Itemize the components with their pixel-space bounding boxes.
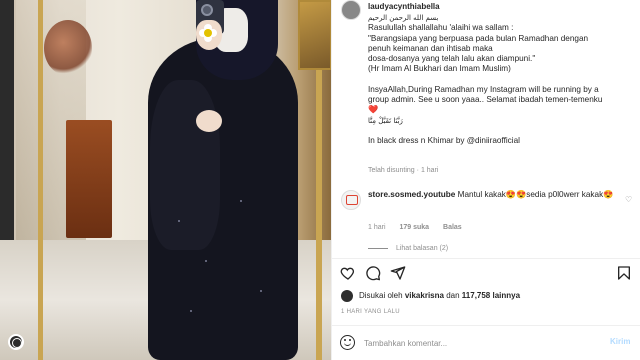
instagram-icon [8,334,24,350]
author-avatar[interactable] [341,0,361,20]
caption-line: رَبَّنَا تَقَبَّلْ مِنَّا [368,116,403,125]
comment-reply-button[interactable]: Balas [443,224,462,231]
caption-line: In black dress n Khimar by @diniiraoffic… [368,135,520,145]
divider [332,258,640,259]
photo-hand-lower [196,110,222,132]
post-caption: بسم الله الرحمن الرحيم Rasulullah shalla… [368,13,634,146]
caption-meta: Telah disunting · 1 hari [368,167,439,174]
comment-icon[interactable] [365,265,381,281]
photo-sequin [240,200,242,202]
photo-sequin [190,310,192,312]
likes-prefix: Disukai oleh [359,291,403,300]
photo-sequin [178,220,180,222]
caption-line: group admin. See u soon yaaa.. Selamat i… [368,95,603,105]
caption-gap [368,126,634,136]
heart-icon[interactable] [340,265,356,281]
caption-line: بسم الله الرحمن الرحيم [368,14,439,22]
likes-suffix[interactable]: lainnya [493,291,521,300]
post-actions [332,262,640,284]
comment-meta: 1 hari 179 suka Balas [368,224,474,231]
likes-count[interactable]: 117,758 [462,291,490,300]
post-date[interactable]: 1 HARI YANG LALU [341,309,400,315]
caption-line: Rasulullah shallallahu 'alaihi wa sallam… [368,23,514,33]
liker-username[interactable]: vikakrisna [405,291,444,300]
comment-input[interactable] [364,334,594,352]
post-photo[interactable] [0,0,331,360]
caption-line: InsyaAllah,During Ramadhan my Instagram … [368,84,599,94]
replies-line [368,247,388,249]
likes-summary[interactable]: Disukai oleh vikakrisna dan 117,758 lain… [359,291,520,300]
edited-label: Telah disunting [368,167,415,174]
bookmark-icon[interactable] [616,265,632,281]
comment-text: Mantul kakak😍😍sedia p0l0werr kakak😍 [457,190,614,199]
photo-figure-sleeve [150,80,220,250]
comment-time: 1 hari [368,224,386,231]
caption-gap [368,75,634,85]
view-replies-label: Lihat balasan (2) [395,245,449,252]
photo-phone-camera [201,4,213,16]
comment-like-heart-icon[interactable]: ♡ [625,195,632,204]
commenter-avatar[interactable] [341,190,361,210]
photo-flower [199,24,217,42]
photo-wall-frame [298,0,331,70]
share-icon[interactable] [390,265,406,281]
author-username[interactable]: laudyacynthiabella [368,2,440,11]
post-comment-button[interactable]: Kirim [610,337,630,346]
post-sidebar: laudyacynthiabella بسم الله الرحمن الرحي… [331,0,640,360]
divider [332,325,640,326]
emoji-icon[interactable] [340,335,355,350]
photo-sequin [260,290,262,292]
comment-item: store.sosmed.youtube Mantul kakak😍😍sedia… [368,190,630,201]
caption-line: (Hr Imam Al Bukhari dan Imam Muslim) [368,64,511,74]
comment-form: Kirim [332,330,640,358]
caption-line: penuh keimanan dan ihtisab maka [368,43,493,53]
caption-line: "Barangsiapa yang berpuasa pada bulan Ra… [368,33,589,43]
caption-line: dosa-dosanya yang telah lalu akan diampu… [368,54,536,64]
view-replies-button[interactable]: Lihat balasan (2) [368,245,448,252]
comment-likes[interactable]: 179 suka [399,224,429,231]
commenter-username[interactable]: store.sosmed.youtube [368,190,455,199]
liker-avatar[interactable] [341,290,353,302]
likes-connector: dan [446,291,460,300]
photo-sequin [205,260,207,262]
caption-heart: ❤️ [368,105,379,115]
caption-time: 1 hari [420,167,439,174]
